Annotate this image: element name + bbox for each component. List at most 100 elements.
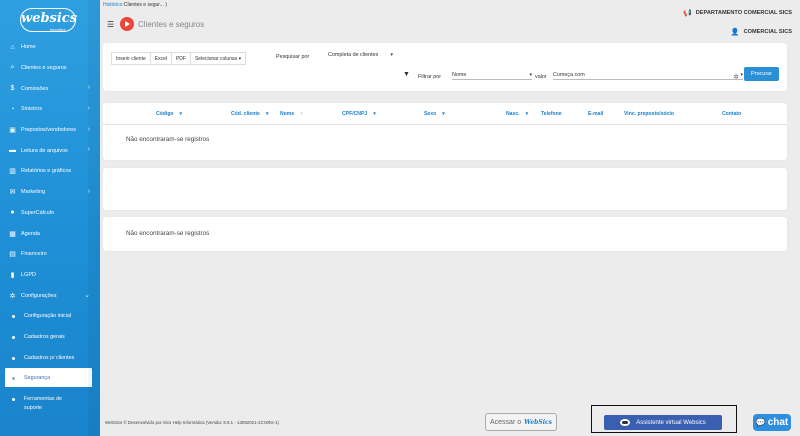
- sidebar-item-label: Clientes e seguros: [21, 65, 67, 72]
- bullet-icon: [12, 356, 15, 360]
- col-nome[interactable]: Nome ↑: [280, 111, 303, 117]
- sidebar-subitem[interactable]: Cadastros gerais: [0, 327, 100, 348]
- sidebar-subitem-label: Configuração inicial: [24, 313, 72, 320]
- chart-icon: ▥: [9, 168, 16, 176]
- sort-down-icon: ▾: [265, 111, 269, 117]
- search-by-select[interactable]: Completa de clientes ▾: [328, 52, 393, 58]
- col-nome-label: Nome: [280, 111, 295, 117]
- value-mode: Começa com: [553, 72, 585, 78]
- department-selector[interactable]: 📢 DEPARTAMENTO COMERCIAL SICS: [683, 9, 792, 17]
- sidebar-nav: ⌂ Home ⌕ Clientes e seguros $ Comissões › ◔ Sini…: [0, 37, 100, 419]
- sidebar-item[interactable]: ✉ Marketing ›: [0, 182, 100, 203]
- breadcrumb-history-link[interactable]: Histórico:: [103, 2, 124, 8]
- breadcrumb-current[interactable]: Clientes e segur... ): [124, 2, 167, 8]
- sort-up-icon: ↑: [300, 111, 303, 117]
- col-email[interactable]: E-mail: [588, 111, 603, 117]
- user-icon: 👤: [730, 29, 740, 36]
- websics-logo[interactable]: websics: [20, 8, 77, 32]
- sidebar-item-label: Prepostos/vendedores: [21, 127, 77, 134]
- col-cpf-cnpj[interactable]: CPF/CNPJ ▾: [342, 111, 376, 117]
- bell-icon: ◔: [10, 105, 15, 113]
- sidebar-subitem-label: Ferramentas de suporte: [24, 395, 62, 413]
- play-video-icon[interactable]: [120, 17, 134, 31]
- col-telefone[interactable]: Telefone: [541, 111, 562, 117]
- sidebar: websics master ⌂ Home ⌕ Clientes e seguros $…: [0, 0, 100, 436]
- secondary-table: Não encontraram-se registros: [103, 217, 787, 251]
- col-sexo[interactable]: Sexo ▾: [424, 111, 445, 117]
- search-by-label: Pesquisar por: [276, 54, 310, 60]
- gear-icon[interactable]: ✲: [733, 73, 739, 81]
- col-cpf-cnpj-label: CPF/CNPJ: [342, 111, 368, 117]
- chevron-down-icon: ▾: [238, 56, 242, 62]
- lock-icon: ▮: [10, 271, 15, 279]
- value-input[interactable]: Começa com ▾: [553, 72, 743, 80]
- virtual-assistant-button[interactable]: Assistente virtual Websics: [604, 415, 722, 430]
- label-line: Ferramentas de: [24, 396, 63, 403]
- sidebar-subitem[interactable]: Ferramentas de suporte: [0, 389, 100, 419]
- bullet-icon: [12, 335, 15, 339]
- calendar-icon: ▦: [9, 230, 16, 238]
- sidebar-item[interactable]: ✲ Configurações ⌄: [0, 285, 100, 306]
- breadcrumb: Histórico:Clientes e segur... ): [103, 2, 167, 8]
- assistant-bot-icon: [620, 419, 631, 426]
- user-menu[interactable]: 👤 COMERCIAL SICS: [731, 28, 792, 36]
- sidebar-subitem-label: Cadastros p/ clientes: [24, 354, 75, 361]
- sidebar-item-label: Comissões: [21, 85, 49, 92]
- value-label: valor: [535, 74, 547, 80]
- select-columns-button[interactable]: Selecionar colunas ▾: [190, 52, 247, 65]
- chat-label: chat: [767, 417, 789, 428]
- sidebar-item-label: Sinistros: [21, 106, 43, 113]
- insert-client-button[interactable]: Inserir cliente: [111, 52, 151, 65]
- search-button[interactable]: Procurar: [744, 67, 779, 81]
- col-nasc[interactable]: Nasc. ▾: [506, 111, 528, 117]
- sidebar-subitem[interactable]: Segurança: [5, 368, 92, 388]
- excel-export-button[interactable]: Excel: [150, 52, 172, 65]
- sidebar-subitem[interactable]: Cadastros p/ clientes: [0, 348, 100, 369]
- department-label: DEPARTAMENTO COMERCIAL SICS: [695, 10, 792, 16]
- sidebar-item[interactable]: ⌕ Clientes e seguros: [0, 58, 100, 79]
- sidebar-item[interactable]: ⌂ Home: [0, 37, 100, 58]
- sidebar-item-label: LGPD: [21, 271, 36, 278]
- megaphone-icon: 📢: [683, 10, 692, 17]
- empty-message: Não encontraram-se registros: [126, 230, 210, 237]
- chevron-down-icon: ▾: [390, 52, 393, 58]
- sidebar-item[interactable]: ▣ Prepostos/vendedores ›: [0, 120, 100, 141]
- sidebar-item[interactable]: ▥ Relatórios e gráficos: [0, 161, 100, 182]
- col-vinc-preposto[interactable]: Vinc. preposto/sócio: [624, 111, 674, 117]
- col-nasc-label: Nasc.: [506, 111, 520, 117]
- chevron-down-icon: ▾: [529, 72, 532, 78]
- chat-button[interactable]: 💬 chat: [753, 414, 791, 431]
- websics-brand: WebSics: [524, 418, 553, 426]
- sidebar-item[interactable]: ▦ Agenda: [0, 223, 100, 244]
- col-codigo[interactable]: Código ▾: [156, 111, 182, 117]
- sidebar-item-label: Financeiro: [21, 251, 47, 258]
- sidebar-item[interactable]: ● SuperCálculo: [0, 203, 100, 224]
- pdf-export-button[interactable]: PDF: [171, 52, 191, 65]
- briefcase-icon: ▣: [9, 127, 16, 135]
- sidebar-item[interactable]: ▬ Leitura de arquivos ›: [0, 140, 100, 161]
- sort-down-icon: ▾: [373, 111, 376, 117]
- search-by-value: Completa de clientes: [328, 52, 379, 58]
- user-name: COMERCIAL SICS: [743, 29, 792, 35]
- sidebar-item-label: Configurações: [21, 292, 57, 299]
- chat-bubble-icon: 💬: [755, 418, 766, 427]
- logo-subtitle: master: [50, 28, 66, 34]
- sidebar-item[interactable]: ▮ LGPD: [0, 265, 100, 286]
- chevron-down-icon: ▾: [740, 72, 743, 78]
- filter-by-select[interactable]: Nome ▾: [452, 72, 532, 80]
- hamburger-menu-icon[interactable]: ☰: [107, 20, 114, 29]
- sidebar-subitem[interactable]: Configuração inicial: [0, 306, 100, 327]
- search-icon: ⌕: [10, 64, 15, 72]
- sidebar-item[interactable]: $ Comissões ›: [0, 78, 100, 99]
- search-panel: Inserir cliente Excel PDF Selecionar col…: [103, 43, 787, 91]
- col-codigo-label: Código: [156, 111, 174, 117]
- sidebar-item[interactable]: ▤ Financeiro: [0, 244, 100, 265]
- col-cod-cliente[interactable]: Cód. cliente ▾: [231, 111, 268, 117]
- access-websics-button[interactable]: Acessar o WebSics: [485, 413, 557, 431]
- bank-icon: ▤: [9, 251, 16, 259]
- filter-by-label: Filtrar por: [418, 74, 442, 80]
- label-line: suporte: [24, 405, 42, 412]
- sidebar-item[interactable]: ◔ Sinistros ›: [0, 99, 100, 120]
- col-contato[interactable]: Contato: [722, 111, 741, 117]
- chevron-right-icon: ›: [87, 187, 90, 195]
